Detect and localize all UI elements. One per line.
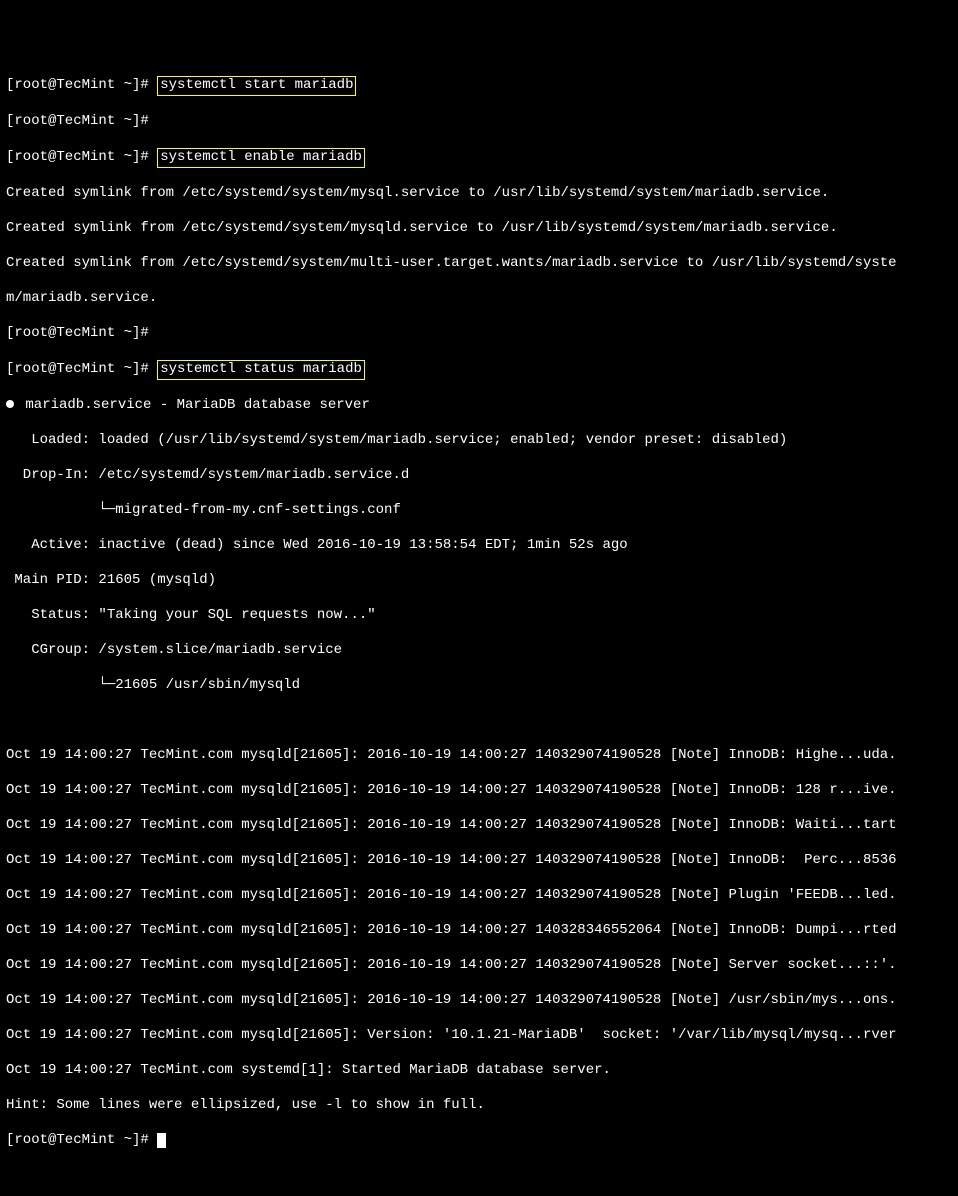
shell-prompt: [root@TecMint ~]#	[6, 113, 157, 129]
log-line-3: Oct 19 14:00:27 TecMint.com mysqld[21605…	[6, 817, 952, 835]
cgroup-line-1: CGroup: /system.slice/mariadb.service	[6, 642, 952, 660]
log-line-6: Oct 19 14:00:27 TecMint.com mysqld[21605…	[6, 922, 952, 940]
hint-line: Hint: Some lines were ellipsized, use -l…	[6, 1097, 952, 1115]
shell-prompt: [root@TecMint ~]#	[6, 325, 157, 341]
shell-prompt: [root@TecMint ~]#	[6, 1132, 157, 1148]
shell-prompt: [root@TecMint ~]#	[6, 149, 157, 165]
command-status-mariadb: systemctl status mariadb	[157, 360, 365, 380]
service-name-line: mariadb.service - MariaDB database serve…	[6, 397, 952, 415]
log-line-7: Oct 19 14:00:27 TecMint.com mysqld[21605…	[6, 957, 952, 975]
prompt-line-1: [root@TecMint ~]# systemctl start mariad…	[6, 76, 952, 96]
active-line: Active: inactive (dead) since Wed 2016-1…	[6, 537, 952, 555]
status-line: Status: "Taking your SQL requests now...…	[6, 607, 952, 625]
log-line-1: Oct 19 14:00:27 TecMint.com mysqld[21605…	[6, 747, 952, 765]
symlink-output-2: Created symlink from /etc/systemd/system…	[6, 220, 952, 238]
command-start-mariadb: systemctl start mariadb	[157, 76, 356, 96]
symlink-output-3b: m/mariadb.service.	[6, 290, 952, 308]
command-enable-mariadb: systemctl enable mariadb	[157, 148, 365, 168]
log-line-2: Oct 19 14:00:27 TecMint.com mysqld[21605…	[6, 782, 952, 800]
cursor-icon	[157, 1133, 166, 1148]
log-line-5: Oct 19 14:00:27 TecMint.com mysqld[21605…	[6, 887, 952, 905]
loaded-line: Loaded: loaded (/usr/lib/systemd/system/…	[6, 432, 952, 450]
log-line-8: Oct 19 14:00:27 TecMint.com mysqld[21605…	[6, 992, 952, 1010]
prompt-line-final[interactable]: [root@TecMint ~]#	[6, 1132, 952, 1150]
log-line-9: Oct 19 14:00:27 TecMint.com mysqld[21605…	[6, 1027, 952, 1045]
prompt-line-4: [root@TecMint ~]#	[6, 325, 952, 343]
blank-line	[6, 712, 952, 730]
prompt-line-5: [root@TecMint ~]# systemctl status maria…	[6, 360, 952, 380]
symlink-output-1: Created symlink from /etc/systemd/system…	[6, 185, 952, 203]
symlink-output-3a: Created symlink from /etc/systemd/system…	[6, 255, 952, 273]
prompt-line-2: [root@TecMint ~]#	[6, 113, 952, 131]
mainpid-line: Main PID: 21605 (mysqld)	[6, 572, 952, 590]
status-bullet-icon	[6, 400, 14, 408]
prompt-line-3: [root@TecMint ~]# systemctl enable maria…	[6, 148, 952, 168]
log-line-4: Oct 19 14:00:27 TecMint.com mysqld[21605…	[6, 852, 952, 870]
dropin-line-1: Drop-In: /etc/systemd/system/mariadb.ser…	[6, 467, 952, 485]
service-name: mariadb.service - MariaDB database serve…	[17, 397, 370, 413]
shell-prompt: [root@TecMint ~]#	[6, 361, 157, 377]
cgroup-line-2: └─21605 /usr/sbin/mysqld	[6, 677, 952, 695]
log-line-10: Oct 19 14:00:27 TecMint.com systemd[1]: …	[6, 1062, 952, 1080]
shell-prompt: [root@TecMint ~]#	[6, 77, 157, 93]
dropin-line-2: └─migrated-from-my.cnf-settings.conf	[6, 502, 952, 520]
